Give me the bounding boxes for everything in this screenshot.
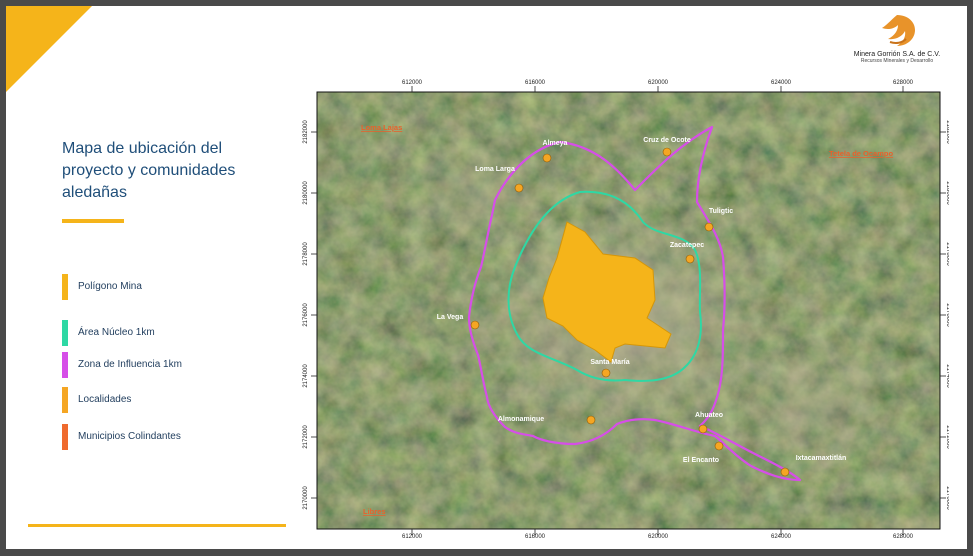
legend-item-core: Área Núcleo 1km bbox=[62, 320, 292, 346]
locality-marker-santa-maria bbox=[601, 368, 611, 378]
locality-label: Cruz de Ocote bbox=[643, 137, 691, 144]
legend-item-localities: Localidades bbox=[62, 387, 292, 413]
locality-marker-cruz-de-ocote bbox=[662, 147, 672, 157]
locality-label: Ahuateo bbox=[695, 412, 723, 419]
x-tick-label: 628000 bbox=[893, 534, 914, 540]
company-name: Minera Gorrión S.A. de C.V. bbox=[853, 51, 941, 58]
y-tick-label: 2180000 bbox=[303, 181, 309, 205]
legend-item-municipalities: Municipios Colindantes bbox=[62, 424, 292, 450]
locality-marker-tuligtic bbox=[704, 222, 714, 232]
y-tick-label: 2176000 bbox=[945, 303, 949, 327]
legend-label: Área Núcleo 1km bbox=[78, 327, 155, 338]
page-title: Mapa de ubicación del proyecto y comunid… bbox=[62, 140, 236, 201]
legend-label: Municipios Colindantes bbox=[78, 431, 181, 442]
legend-label: Zona de Influencia 1km bbox=[78, 359, 182, 370]
locality-marker-zacatepec bbox=[685, 254, 695, 264]
locality-label: Loma Larga bbox=[475, 166, 515, 173]
locality-label: La Vega bbox=[437, 314, 464, 321]
locality-label: Zacatepec bbox=[670, 242, 704, 249]
x-tick-label: 616000 bbox=[525, 534, 546, 540]
locality-marker-el-encanto bbox=[714, 441, 724, 451]
x-tick-label: 612000 bbox=[402, 534, 423, 540]
y-tick-label: 2170000 bbox=[945, 486, 949, 510]
map-panel: 612000 616000 620000 624000 628000 61200… bbox=[295, 72, 949, 540]
legend-item-mine: Polígono Mina bbox=[62, 274, 292, 300]
y-tick-label: 2182000 bbox=[303, 120, 309, 144]
y-tick-label: 2178000 bbox=[945, 242, 949, 266]
locality-marker-la-vega bbox=[470, 320, 480, 330]
y-tick-label: 2174000 bbox=[303, 364, 309, 388]
company-logo: Minera Gorrión S.A. de C.V. Recursos Min… bbox=[837, 12, 957, 78]
locality-label: Tuligtic bbox=[709, 208, 733, 215]
y-tick-label: 2172000 bbox=[945, 425, 949, 449]
y-tick-label: 2176000 bbox=[303, 303, 309, 327]
municipality-label: Loma Lajas bbox=[361, 123, 402, 132]
legend-swatch bbox=[62, 424, 68, 450]
x-tick-label: 616000 bbox=[525, 80, 546, 86]
locality-label: Almonamique bbox=[498, 416, 544, 423]
bird-logo-icon bbox=[882, 15, 915, 46]
locality-marker-almeya bbox=[542, 153, 552, 163]
locality-label: Ixtacamaxtitlán bbox=[796, 455, 847, 462]
locality-marker-almonamique bbox=[586, 415, 596, 425]
location-map: 612000 616000 620000 624000 628000 61200… bbox=[295, 72, 949, 540]
locality-label: El Encanto bbox=[683, 457, 719, 464]
x-tick-label: 628000 bbox=[893, 80, 914, 86]
y-tick-label: 2172000 bbox=[303, 425, 309, 449]
title-underline bbox=[62, 219, 124, 223]
locality-marker-ixtacamaxtitlan bbox=[780, 467, 790, 477]
x-tick-label: 624000 bbox=[771, 534, 792, 540]
bottom-rule bbox=[28, 524, 286, 527]
y-tick-label: 2182000 bbox=[945, 120, 949, 144]
locality-marker-loma-larga bbox=[514, 183, 524, 193]
y-tick-label: 2174000 bbox=[945, 364, 949, 388]
legend-swatch bbox=[62, 352, 68, 378]
slide: Minera Gorrión S.A. de C.V. Recursos Min… bbox=[6, 6, 967, 549]
locality-label: Santa María bbox=[590, 359, 629, 366]
locality-label: Almeya bbox=[543, 140, 568, 147]
legend-swatch bbox=[62, 274, 68, 300]
legend-label: Localidades bbox=[78, 394, 132, 405]
legend-swatch bbox=[62, 320, 68, 346]
legend-label: Polígono Mina bbox=[78, 281, 142, 292]
corner-accent bbox=[6, 6, 92, 92]
municipality-label: Tetela de Ocampo bbox=[829, 149, 893, 158]
municipality-label: Libres bbox=[363, 507, 386, 516]
legend-swatch bbox=[62, 387, 68, 413]
y-tick-label: 2180000 bbox=[945, 181, 949, 205]
locality-marker-ahuateo bbox=[698, 424, 708, 434]
legend-item-influence: Zona de Influencia 1km bbox=[62, 352, 292, 378]
x-tick-label: 620000 bbox=[648, 534, 669, 540]
x-tick-label: 624000 bbox=[771, 80, 792, 86]
x-tick-label: 620000 bbox=[648, 80, 669, 86]
x-tick-label: 612000 bbox=[402, 80, 423, 86]
company-tagline: Recursos Minerales y Desarrollo bbox=[860, 58, 934, 64]
y-tick-label: 2170000 bbox=[303, 486, 309, 510]
y-tick-label: 2178000 bbox=[303, 242, 309, 266]
